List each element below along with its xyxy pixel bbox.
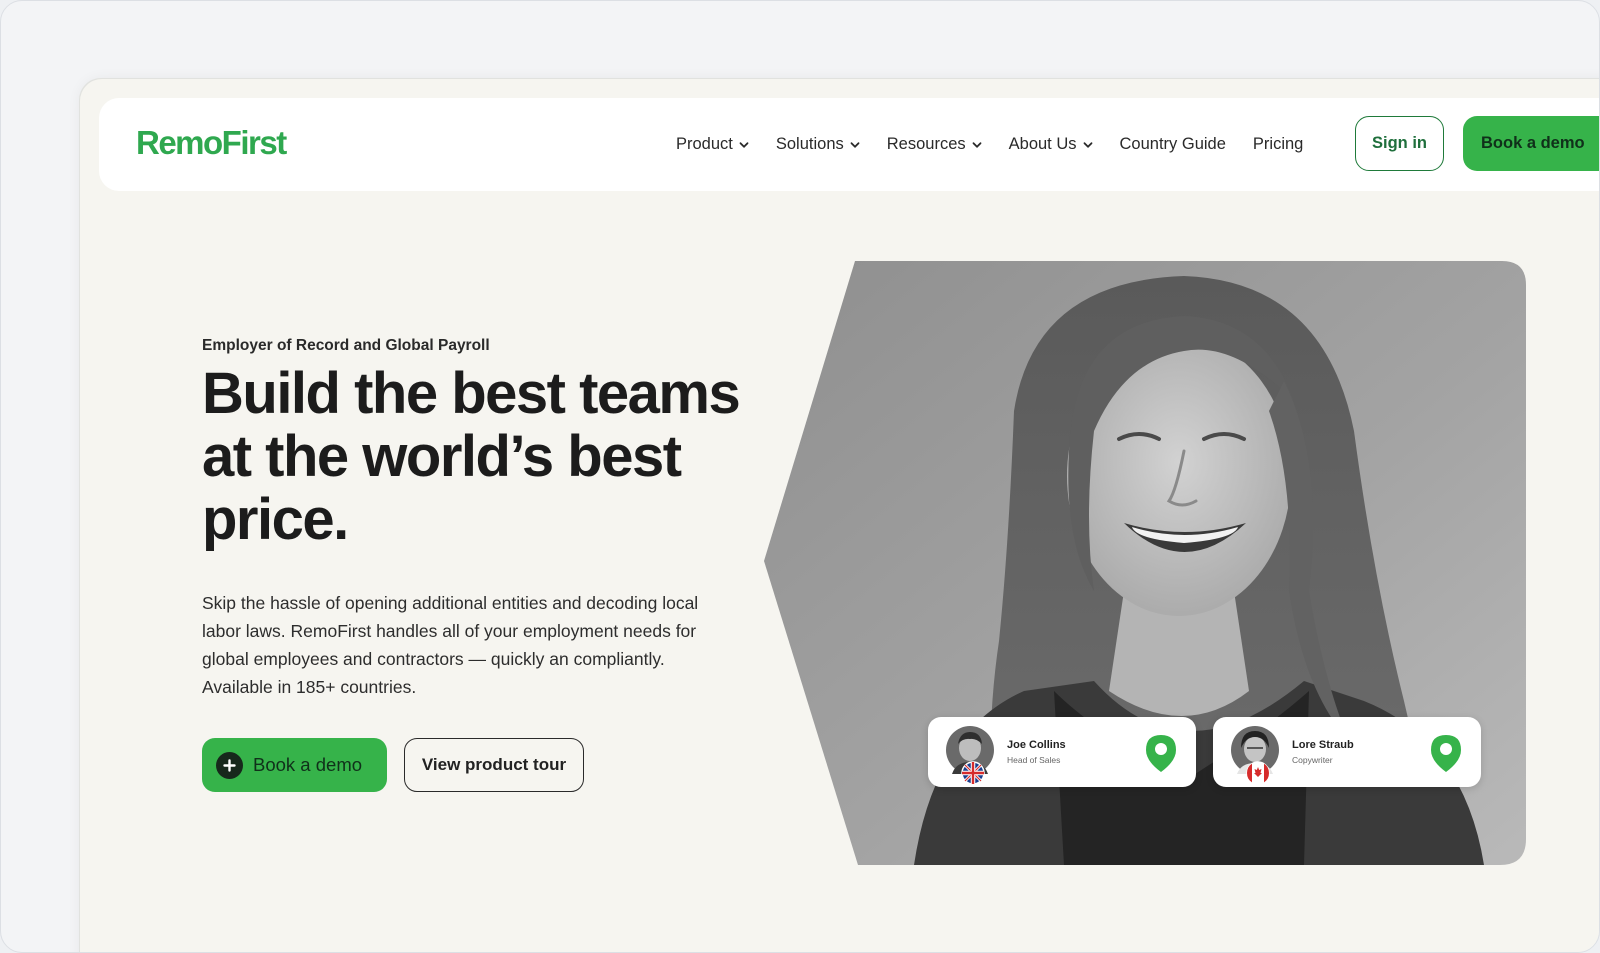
nav-menu: Product Solutions Resources About Us Cou… <box>676 98 1330 191</box>
nav-item-label: Resources <box>886 135 966 153</box>
book-demo-button[interactable]: Book a demo <box>202 738 387 792</box>
hero-description: Skip the hassle of opening additional en… <box>202 593 699 697</box>
person-card-joe-collins[interactable]: Joe Collins Head of Sales <box>928 717 1196 787</box>
nav-item-label: Product <box>676 135 733 153</box>
uk-flag-icon <box>961 761 985 785</box>
canada-flag-icon <box>1246 761 1270 785</box>
top-navbar: RemoFirst Product Solutions Resources Ab… <box>99 98 1599 191</box>
chevron-down-icon <box>972 141 982 148</box>
hero-headline: Build the best teams at the world’s best… <box>202 361 741 552</box>
nav-item-solutions[interactable]: Solutions <box>776 135 860 154</box>
remofirst-logo[interactable]: RemoFirst <box>136 124 287 162</box>
person-card-lore-straub[interactable]: Lore Straub Copywriter <box>1213 717 1481 787</box>
location-pin-icon <box>1146 735 1176 772</box>
nav-item-label: About Us <box>1008 135 1077 153</box>
chevron-down-icon <box>850 141 860 148</box>
person-role: Head of Sales <box>1007 755 1061 765</box>
view-product-tour-button[interactable]: View product tour <box>404 738 584 792</box>
browser-frame: RemoFirst Product Solutions Resources Ab… <box>0 0 1600 953</box>
plus-circle-icon <box>216 751 243 779</box>
nav-item-country-guide[interactable]: Country Guide <box>1120 135 1226 154</box>
nav-item-label: Country Guide <box>1119 135 1226 153</box>
nav-item-label: Pricing <box>1252 135 1304 153</box>
page-window: RemoFirst Product Solutions Resources Ab… <box>80 79 1599 952</box>
nav-item-about-us[interactable]: About Us <box>1009 135 1093 154</box>
book-demo-label: Book a demo <box>253 754 363 775</box>
nav-item-pricing[interactable]: Pricing <box>1253 135 1303 154</box>
nav-item-label: Solutions <box>775 135 844 153</box>
hero-eyebrow: Employer of Record and Global Payroll <box>202 337 490 354</box>
nav-item-resources[interactable]: Resources <box>887 135 982 154</box>
nav-item-product[interactable]: Product <box>676 135 749 154</box>
person-name: Lore Straub <box>1292 739 1354 751</box>
person-role: Copywriter <box>1292 755 1333 765</box>
location-pin-icon <box>1431 735 1461 772</box>
person-name: Joe Collins <box>1007 739 1066 751</box>
sign-in-button[interactable]: Sign in <box>1355 116 1444 171</box>
chevron-down-icon <box>739 141 749 148</box>
chevron-down-icon <box>1083 141 1092 148</box>
book-demo-nav-button[interactable]: Book a demo <box>1463 116 1599 171</box>
